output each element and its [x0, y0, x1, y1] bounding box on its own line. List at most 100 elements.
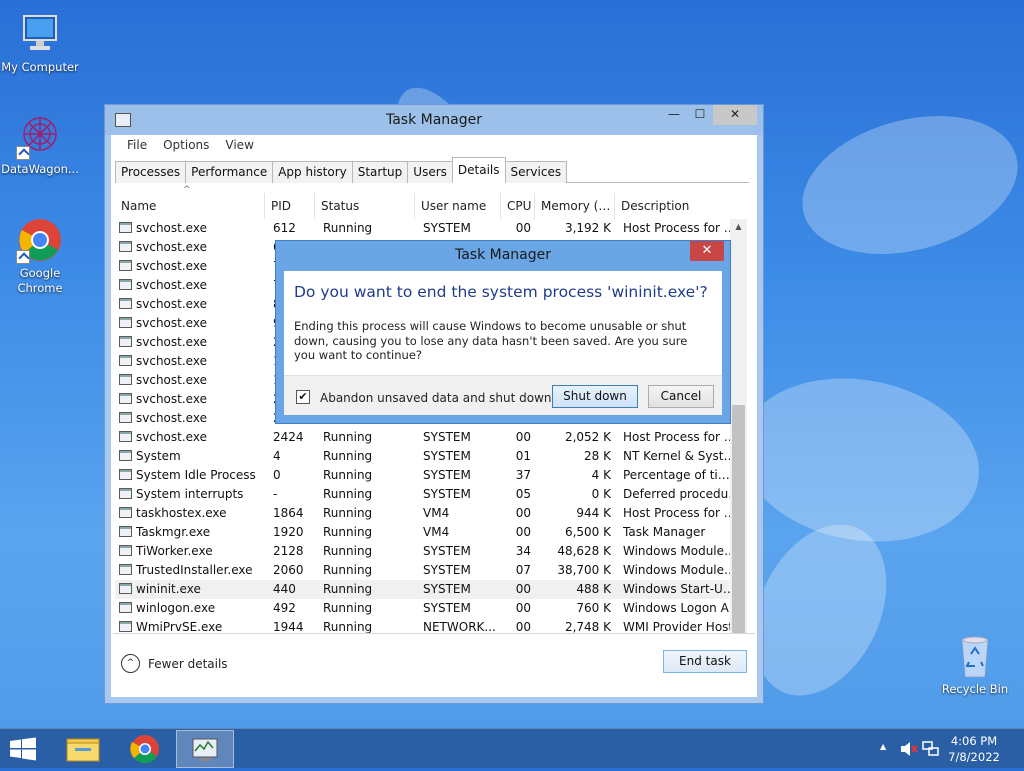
- maximize-button[interactable]: ☐: [687, 105, 713, 125]
- column-header-user-name[interactable]: User name: [415, 193, 501, 219]
- cell-user-name: SYSTEM: [423, 544, 471, 558]
- cancel-button[interactable]: Cancel: [648, 385, 714, 408]
- tab-services[interactable]: Services: [504, 161, 568, 183]
- cell-user-name: SYSTEM: [423, 582, 471, 596]
- table-row[interactable]: TiWorker.exe 2128 Running SYSTEM 34 48,628 K W…: [115, 542, 741, 561]
- column-header-name[interactable]: Name: [115, 193, 265, 219]
- cell-memory: 0 K: [591, 487, 611, 501]
- column-header-memory[interactable]: Memory (p...: [535, 193, 615, 219]
- close-button[interactable]: ✕: [713, 105, 757, 125]
- tray-overflow-arrow-icon[interactable]: ▲: [880, 742, 886, 751]
- cell-memory: 28 K: [584, 449, 611, 463]
- table-row[interactable]: winlogon.exe 492 Running SYSTEM 00 760 K Windo…: [115, 599, 741, 618]
- taskbar-task-manager[interactable]: [176, 730, 234, 768]
- table-row[interactable]: wininit.exe 440 Running SYSTEM 00 488 K Window…: [115, 580, 741, 599]
- tab-users[interactable]: Users: [407, 161, 453, 183]
- cell-pid: 492: [273, 601, 296, 615]
- process-icon: [119, 298, 132, 309]
- menu-options[interactable]: Options: [155, 135, 217, 157]
- fewer-details-toggle[interactable]: ^ Fewer details: [121, 654, 228, 673]
- desktop-icon-datawagon[interactable]: DataWagon...: [0, 112, 80, 177]
- process-name: WmiPrvSE.exe: [136, 620, 223, 634]
- tab-details[interactable]: Details: [451, 157, 506, 183]
- process-icon: [119, 374, 132, 385]
- cell-pid: 1864: [273, 506, 304, 520]
- process-icon: [119, 488, 132, 499]
- cell-user-name: SYSTEM: [423, 487, 471, 501]
- cell-name: svchost.exe: [119, 390, 267, 409]
- scroll-up-icon[interactable]: ▲: [730, 219, 747, 235]
- cell-name: winlogon.exe: [119, 599, 267, 618]
- clock[interactable]: 4:06 PM 7/8/2022: [944, 733, 1004, 765]
- cell-description: Windows Logon Ap...: [623, 601, 741, 615]
- desktop-icon-my-computer[interactable]: My Computer: [0, 10, 80, 75]
- abandon-data-checkbox[interactable]: ✔: [296, 390, 310, 404]
- column-header-description[interactable]: Description: [615, 193, 737, 219]
- tab-performance[interactable]: Performance: [185, 161, 274, 183]
- datawagon-icon: [16, 112, 64, 160]
- tab-processes[interactable]: Processes: [115, 161, 187, 183]
- table-row[interactable]: taskhostex.exe 1864 Running VM4 00 944 K Host …: [115, 504, 741, 523]
- cell-description: Task Manager: [623, 525, 706, 539]
- menu-file[interactable]: File: [119, 135, 155, 157]
- process-icon: [119, 469, 132, 480]
- cell-cpu: 37: [515, 468, 531, 482]
- cell-description: Windows Modules I...: [623, 563, 741, 577]
- abandon-data-label[interactable]: Abandon unsaved data and shut down.: [320, 391, 555, 405]
- cell-name: svchost.exe: [119, 276, 267, 295]
- title-bar[interactable]: Task Manager — ☐ ✕: [105, 105, 763, 135]
- process-name: svchost.exe: [136, 316, 207, 330]
- taskbar-chrome[interactable]: [116, 730, 174, 768]
- vertical-scrollbar[interactable]: ▲ ▼: [730, 219, 747, 675]
- table-row[interactable]: TrustedInstaller.exe 2060 Running SYSTEM 07 3…: [115, 561, 741, 580]
- start-button[interactable]: [0, 730, 58, 768]
- volume-muted-icon[interactable]: [900, 741, 918, 760]
- process-name: svchost.exe: [136, 354, 207, 368]
- process-name: taskhostex.exe: [136, 506, 227, 520]
- cell-pid: 612: [273, 221, 296, 235]
- table-row[interactable]: svchost.exe 612 Running SYSTEM 00 3,192 K Host…: [115, 219, 741, 238]
- table-row[interactable]: System interrupts - Running SYSTEM 05 0 K Defe…: [115, 485, 741, 504]
- process-icon: [119, 317, 132, 328]
- tab-app-history[interactable]: App history: [272, 161, 353, 183]
- cell-cpu: 00: [515, 525, 531, 539]
- cell-user-name: SYSTEM: [423, 601, 471, 615]
- menu-view[interactable]: View: [217, 135, 261, 157]
- dialog-body: Do you want to end the system process 'w…: [284, 271, 722, 415]
- table-row[interactable]: Taskmgr.exe 1920 Running VM4 00 6,500 K Task M…: [115, 523, 729, 542]
- taskbar-file-explorer[interactable]: [54, 730, 112, 768]
- chrome-icon: [16, 216, 64, 264]
- shortcut-arrow-icon: [16, 146, 30, 160]
- cell-cpu: 00: [515, 430, 531, 444]
- shut-down-button[interactable]: Shut down: [552, 385, 638, 408]
- table-row[interactable]: System Idle Process 0 Running SYSTEM 37 4 K Pe…: [115, 466, 741, 485]
- process-icon: [119, 602, 132, 613]
- dialog-heading: Do you want to end the system process 'w…: [294, 283, 708, 301]
- process-name: System Idle Process: [136, 468, 256, 482]
- tab-startup[interactable]: Startup: [351, 161, 409, 183]
- column-header-cpu[interactable]: CPU: [501, 193, 535, 219]
- cell-description: Host Process for Wi...: [623, 221, 741, 235]
- end-task-button[interactable]: End task: [663, 650, 747, 673]
- network-icon[interactable]: [922, 741, 940, 760]
- column-header-status[interactable]: Status: [315, 193, 415, 219]
- desktop-icon-label: Recycle Bin: [941, 682, 1009, 696]
- table-row[interactable]: System 4 Running SYSTEM 01 28 K NT Kernel & Sy…: [115, 447, 741, 466]
- minimize-button[interactable]: —: [661, 105, 687, 125]
- cell-name: TrustedInstaller.exe: [119, 561, 267, 580]
- process-icon: [119, 545, 132, 556]
- process-name: svchost.exe: [136, 278, 207, 292]
- desktop-icon-google-chrome[interactable]: Google Chrome: [0, 216, 80, 296]
- cell-status: Running: [323, 582, 373, 596]
- dialog-close-button[interactable]: ✕: [690, 241, 724, 261]
- cell-cpu: 00: [515, 506, 531, 520]
- column-header-pid[interactable]: PID: [265, 193, 315, 219]
- desktop-icon-recycle-bin[interactable]: Recycle Bin: [935, 632, 1015, 697]
- cell-name: System Idle Process: [119, 466, 267, 485]
- cell-name: svchost.exe: [119, 409, 267, 428]
- table-row[interactable]: svchost.exe 2424 Running SYSTEM 00 2,052 K Hos…: [115, 428, 741, 447]
- cell-memory: 6,500 K: [564, 525, 611, 539]
- scrollbar-thumb[interactable]: [732, 405, 745, 659]
- process-name: svchost.exe: [136, 259, 207, 273]
- process-icon: [119, 583, 132, 594]
